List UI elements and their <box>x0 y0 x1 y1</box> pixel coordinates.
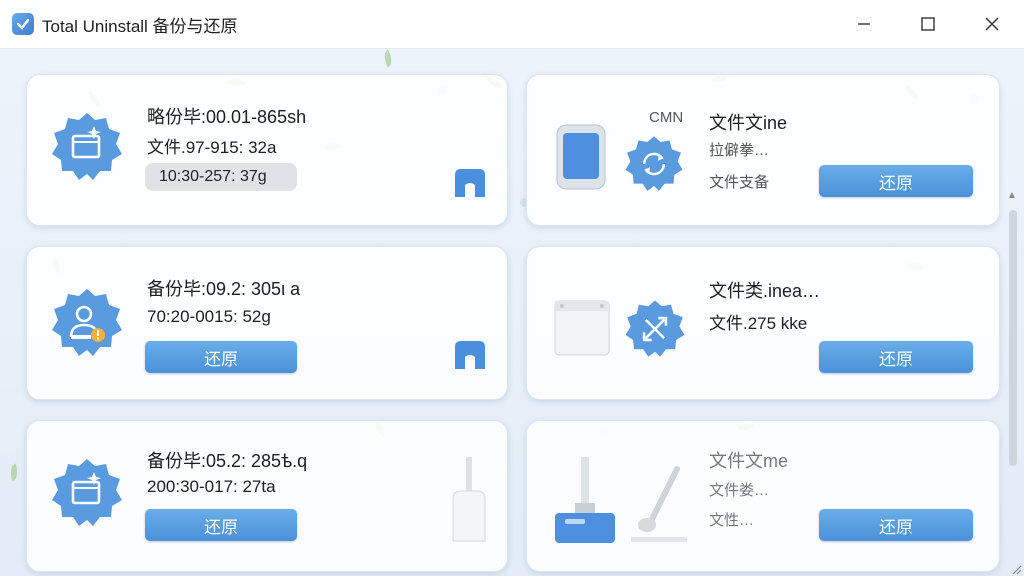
backup-file-3: 70:20-0015: 52g <box>147 307 271 326</box>
backup-size-pill-1: 10:30-257: 37g <box>145 163 297 191</box>
scrollbar-thumb[interactable] <box>1009 210 1017 466</box>
maximize-button[interactable] <box>896 0 960 48</box>
usb-stick-icon <box>553 455 617 545</box>
backup-card-1[interactable]: 略份毕:00.01-865sh 文件.97-915: 32a 10:30-257… <box>26 74 508 226</box>
file-info-2b: 文件支备 <box>709 174 770 191</box>
restore-button-3[interactable]: 还原 <box>145 341 297 373</box>
resize-grip-icon[interactable] <box>1010 562 1022 575</box>
badge-5 <box>49 455 125 531</box>
file-info-2a: 拉僻拳… <box>709 142 770 159</box>
user-warning-icon <box>52 289 122 356</box>
device-label: CMN <box>649 109 684 126</box>
file-info-6a: 文件娄… <box>709 482 770 499</box>
app-window: Total Uninstall 备份与还原 略份毕:00.01-865sh 文件… <box>0 0 1024 576</box>
backup-card-3[interactable]: 备份毕:09.2: 305ι a 70:20-0015: 52g 还原 <box>26 246 508 400</box>
phone-icon <box>555 123 607 191</box>
backup-file-1: 文件.97-915: 32a <box>147 138 277 157</box>
backup-time-1: 略份毕:00.01-865sh <box>147 107 307 127</box>
leaf-decoration <box>7 463 21 482</box>
leaf-decoration <box>380 49 396 68</box>
backup-card-6[interactable]: 文件文me 文件娄… 文性… 还原 <box>526 420 1000 572</box>
backup-file-5: 200:30-017: 27ta <box>147 477 276 496</box>
restore-button-4[interactable]: 还原 <box>819 341 973 373</box>
app-logo-icon <box>12 13 34 35</box>
minimize-button[interactable] <box>832 0 896 48</box>
window-controls <box>832 0 1024 48</box>
file-name-6: 文件文me <box>709 451 789 471</box>
restore-button-6[interactable]: 还原 <box>819 509 973 541</box>
file-name-4: 文件类.inea… <box>709 281 821 301</box>
title-bar: Total Uninstall 备份与还原 <box>0 0 1024 49</box>
backup-card-5[interactable]: 备份毕:05.2: 285ѣ.q 200:30-017: 27ta 还原 <box>26 420 508 572</box>
vertical-scrollbar[interactable]: ▲ <box>1007 166 1018 466</box>
folder-icon <box>52 459 122 526</box>
badge-3 <box>49 285 125 361</box>
folder-icon <box>52 113 122 180</box>
backup-card-2[interactable]: CMN 文件文ine 拉僻拳… 文件支备 还原 <box>526 74 1000 226</box>
file-name-2: 文件文ine <box>709 113 788 133</box>
bookmark-icon[interactable] <box>453 339 487 369</box>
backup-time-3: 备份毕:09.2: 305ι a <box>147 279 301 299</box>
file-info-6b: 文性… <box>709 512 755 529</box>
paint-brush-icon <box>627 465 691 545</box>
expand-arrows-icon <box>625 300 685 357</box>
refresh-arrows-icon <box>625 136 683 191</box>
close-button[interactable] <box>960 0 1024 48</box>
backup-list: 略份毕:00.01-865sh 文件.97-915: 32a 10:30-257… <box>0 48 1024 576</box>
scroll-up-icon[interactable]: ▲ <box>1007 190 1017 201</box>
badge-2 <box>623 133 685 195</box>
window-title: Total Uninstall 备份与还原 <box>42 16 238 36</box>
restore-button-2[interactable]: 还原 <box>819 165 973 197</box>
badge-4 <box>623 297 687 361</box>
backup-card-4[interactable]: 文件类.inea… 文件.275 kke 还原 <box>526 246 1000 400</box>
backup-time-5: 备份毕:05.2: 285ѣ.q <box>147 451 308 471</box>
file-info-4: 文件.275 kke <box>709 314 808 333</box>
window-frame-icon <box>553 299 611 357</box>
bookmark-icon[interactable] <box>453 167 487 197</box>
usb-drive-icon <box>447 455 491 545</box>
restore-button-5[interactable]: 还原 <box>145 509 297 541</box>
badge-1 <box>49 109 125 185</box>
